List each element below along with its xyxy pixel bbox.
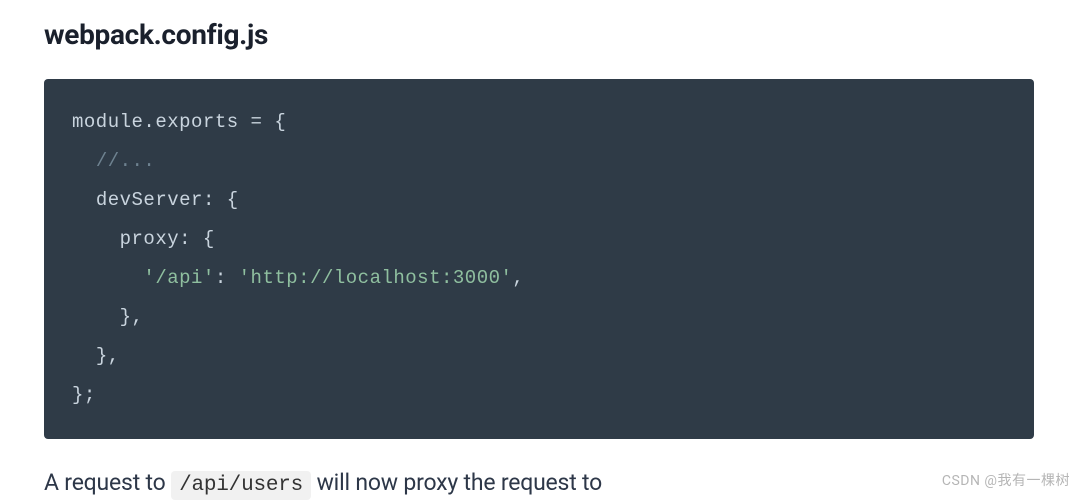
- code-token: :: [179, 228, 191, 250]
- code-line: },: [72, 337, 1006, 376]
- body-text-post: will now proxy the request to: [311, 469, 602, 496]
- code-token: },: [96, 345, 120, 367]
- code-token: =: [251, 111, 263, 133]
- code-token: proxy: [120, 228, 180, 250]
- code-token: [72, 345, 96, 367]
- code-token: [72, 306, 120, 328]
- code-token: {: [262, 111, 286, 133]
- code-token: {: [215, 189, 239, 211]
- code-token: .exports: [143, 111, 250, 133]
- document-content: webpack.config.js module.exports = { //.…: [0, 0, 1078, 497]
- code-line: devServer: {: [72, 181, 1006, 220]
- code-line: },: [72, 298, 1006, 337]
- code-block[interactable]: module.exports = { //... devServer: { pr…: [44, 79, 1034, 439]
- body-text-pre: A request to: [44, 469, 171, 496]
- filename-heading: webpack.config.js: [44, 18, 1034, 51]
- code-line: };: [72, 376, 1006, 415]
- code-token: [227, 267, 239, 289]
- code-token: '/api': [143, 267, 214, 289]
- body-paragraph: A request to /api/users will now proxy t…: [44, 469, 1034, 497]
- code-token: //...: [96, 150, 156, 172]
- code-token: :: [215, 267, 227, 289]
- watermark: CSDN @我有一棵树: [942, 470, 1070, 490]
- code-line: module.exports = {: [72, 103, 1006, 142]
- code-token: {: [191, 228, 215, 250]
- code-line: '/api': 'http://localhost:3000',: [72, 259, 1006, 298]
- code-line: proxy: {: [72, 220, 1006, 259]
- code-token: };: [72, 384, 96, 406]
- code-token: },: [120, 306, 144, 328]
- code-token: [72, 267, 143, 289]
- code-token: :: [203, 189, 215, 211]
- code-token: devServer: [96, 189, 203, 211]
- code-token: [72, 228, 120, 250]
- code-token: [72, 150, 96, 172]
- code-token: ,: [512, 267, 524, 289]
- code-token: 'http://localhost:3000': [239, 267, 513, 289]
- code-token: [72, 189, 96, 211]
- code-line: //...: [72, 142, 1006, 181]
- code-token: module: [72, 111, 143, 133]
- inline-code: /api/users: [171, 471, 311, 500]
